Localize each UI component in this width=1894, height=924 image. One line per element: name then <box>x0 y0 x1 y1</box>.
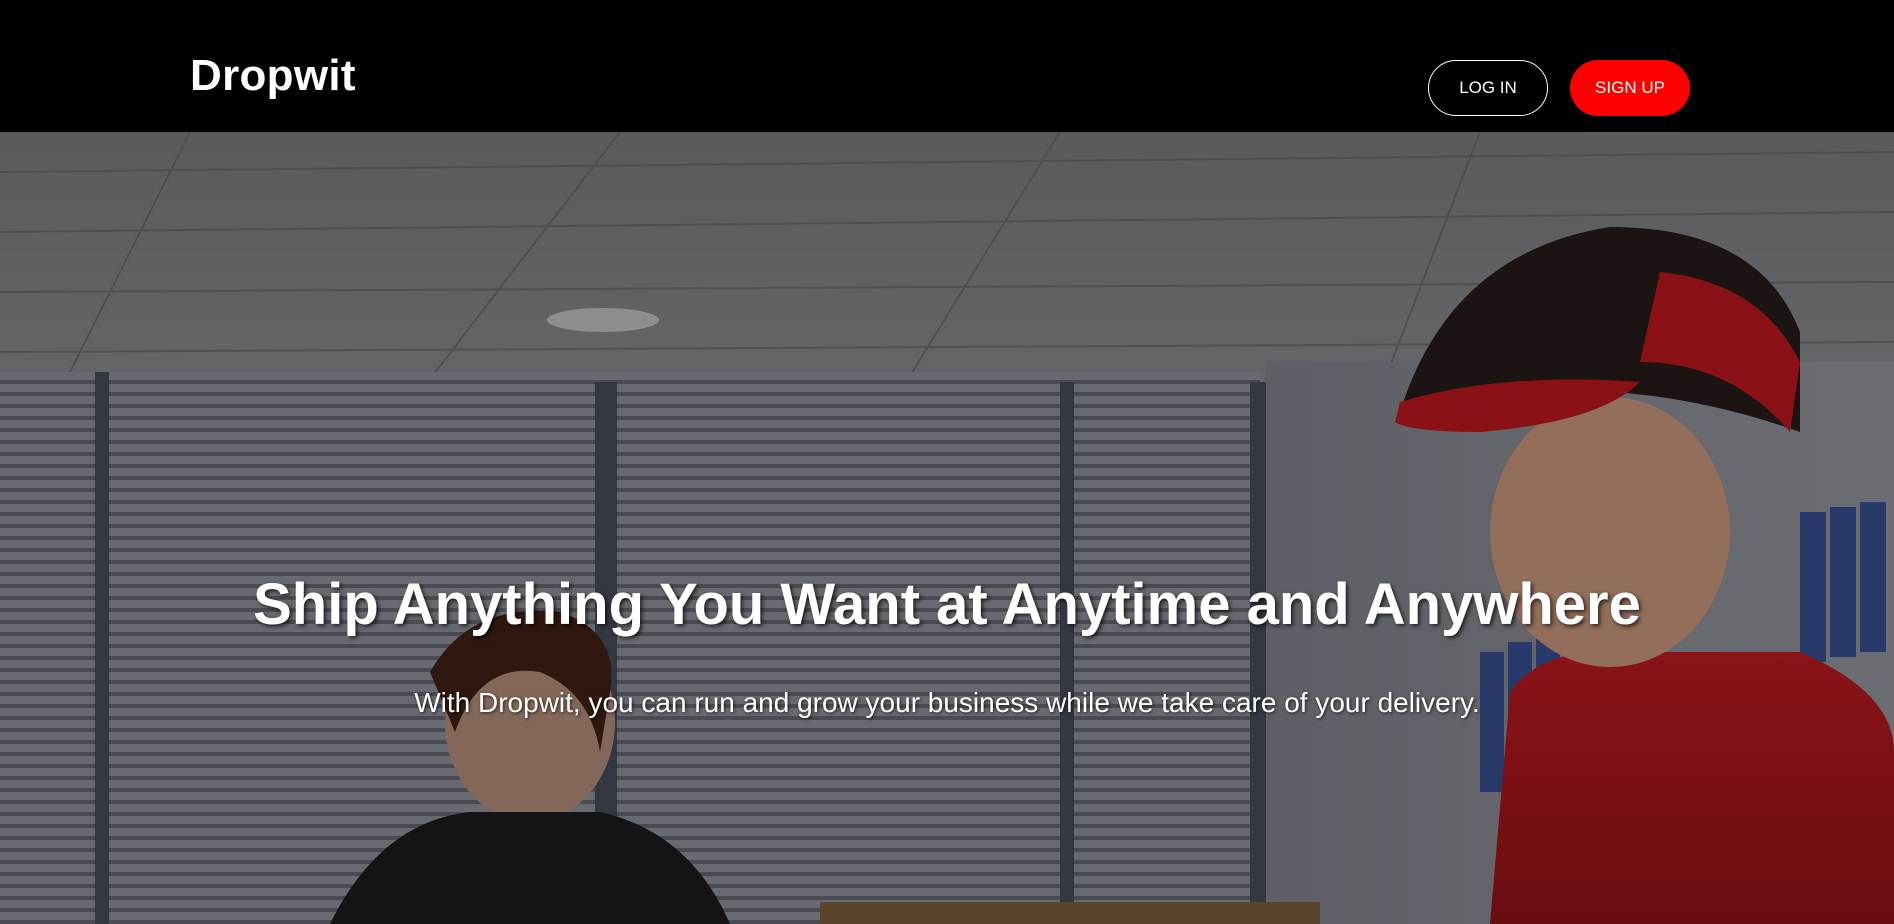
landing-page: Dropwit LOG IN SIGN UP Ship Anything You… <box>0 0 1894 924</box>
hero-dark-overlay <box>0 132 1894 924</box>
hero-headline: Ship Anything You Want at Anytime and An… <box>253 572 1641 637</box>
hero-section: Ship Anything You Want at Anytime and An… <box>0 132 1894 924</box>
login-button[interactable]: LOG IN <box>1428 60 1548 116</box>
brand-logo[interactable]: Dropwit <box>190 54 356 98</box>
top-navbar: Dropwit LOG IN SIGN UP <box>0 0 1894 132</box>
hero-subheadline: With Dropwit, you can run and grow your … <box>414 687 1480 718</box>
signup-button[interactable]: SIGN UP <box>1570 60 1690 116</box>
